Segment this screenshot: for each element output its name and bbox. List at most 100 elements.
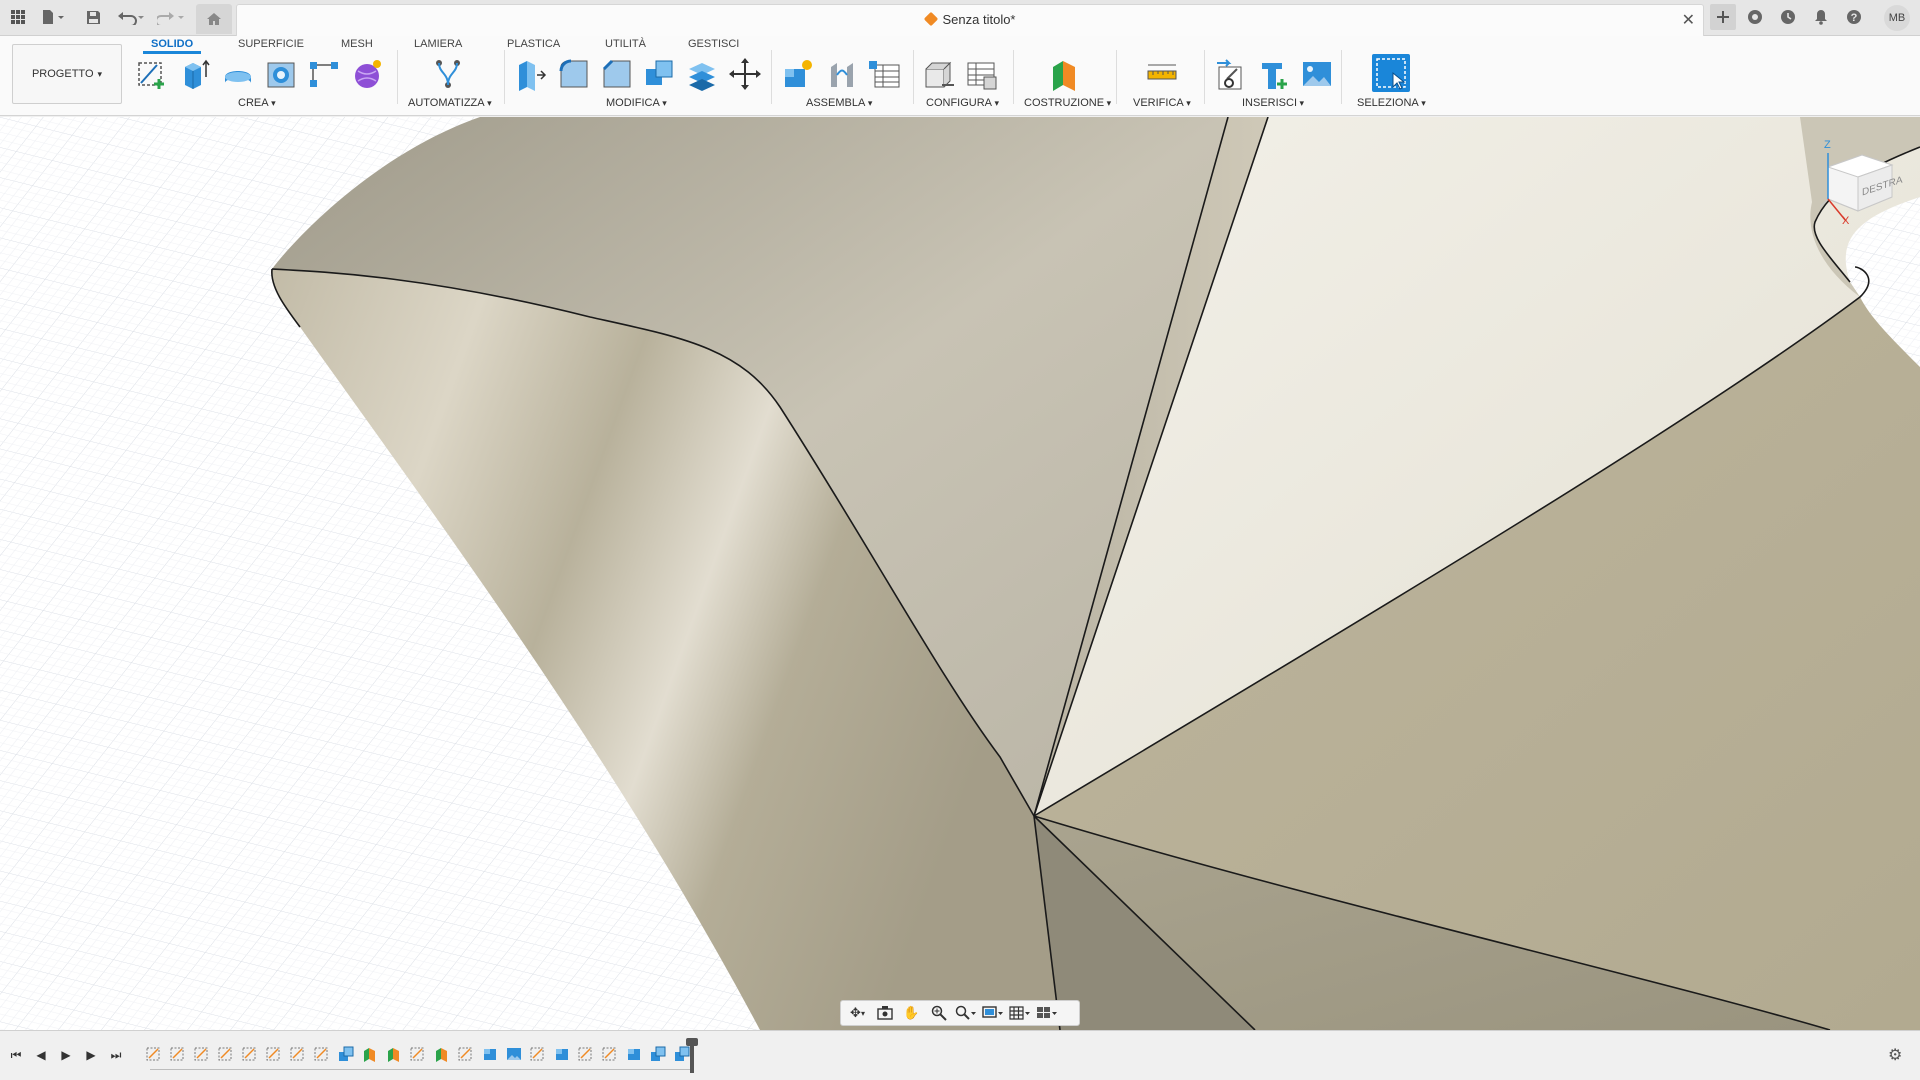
viewports-icon[interactable] bbox=[1034, 1003, 1059, 1023]
new-component-icon[interactable] bbox=[780, 56, 816, 92]
create-form-icon[interactable] bbox=[349, 56, 385, 92]
previous-icon[interactable]: ◀ bbox=[31, 1045, 51, 1065]
first-icon[interactable]: ⏮ bbox=[6, 1045, 26, 1065]
group-modifica[interactable]: MODIFICA bbox=[606, 97, 667, 109]
pattern-icon[interactable] bbox=[306, 56, 342, 92]
construction-plane-icon[interactable] bbox=[1046, 56, 1082, 92]
timeline-sketch-icon[interactable] bbox=[600, 1045, 620, 1063]
view-cube[interactable]: Z X DESTRA bbox=[1810, 137, 1910, 257]
extensions-icon[interactable] bbox=[1742, 4, 1768, 30]
hole-icon[interactable] bbox=[263, 56, 299, 92]
insert-canvas-icon[interactable] bbox=[1299, 56, 1335, 92]
timeline-settings-gear-icon[interactable]: ⚙ bbox=[1888, 1045, 1902, 1065]
group-crea[interactable]: CREA bbox=[238, 97, 276, 109]
notifications-icon[interactable] bbox=[1808, 4, 1834, 30]
measure-icon[interactable] bbox=[1144, 56, 1180, 92]
save-icon[interactable] bbox=[82, 6, 104, 28]
chevron-down-icon: ▾ bbox=[97, 68, 103, 79]
zoom-icon[interactable] bbox=[926, 1003, 951, 1023]
timeline-canvas-icon[interactable] bbox=[504, 1045, 524, 1063]
insert-mcmaster-icon[interactable] bbox=[1257, 56, 1293, 92]
press-pull-icon[interactable] bbox=[512, 56, 548, 92]
timeline-sketch-icon[interactable] bbox=[144, 1045, 164, 1063]
timeline-track bbox=[150, 1069, 690, 1070]
canvas-viewport[interactable]: Z X DESTRA ✥ ▾ ✋ bbox=[0, 117, 1920, 1030]
joint-icon[interactable] bbox=[824, 56, 860, 92]
last-icon[interactable]: ⏭ bbox=[106, 1045, 126, 1065]
grid-icon[interactable] bbox=[1007, 1003, 1032, 1023]
configure-icon[interactable] bbox=[921, 56, 957, 92]
timeline-sketch-icon[interactable] bbox=[456, 1045, 476, 1063]
tab-solido[interactable]: SOLIDO bbox=[142, 36, 202, 54]
timeline-plane-icon[interactable] bbox=[432, 1045, 452, 1063]
timeline-sketch-icon[interactable] bbox=[312, 1045, 332, 1063]
select-icon[interactable] bbox=[1372, 54, 1410, 92]
pan-icon[interactable]: ✋ bbox=[899, 1003, 924, 1023]
offset-face-icon[interactable] bbox=[684, 56, 720, 92]
timeline-marker[interactable] bbox=[686, 1038, 698, 1073]
tab-superficie[interactable]: SUPERFICIE bbox=[238, 36, 304, 54]
configuration-table-icon[interactable] bbox=[963, 56, 999, 92]
timeline-sketch-icon[interactable] bbox=[576, 1045, 596, 1063]
timeline-extrude-icon[interactable] bbox=[336, 1045, 356, 1063]
file-menu-icon[interactable] bbox=[38, 6, 68, 28]
move-icon[interactable] bbox=[727, 56, 763, 92]
close-icon[interactable]: ✕ bbox=[1682, 10, 1695, 30]
timeline-body-icon[interactable] bbox=[480, 1045, 500, 1063]
timeline-extrude-icon[interactable] bbox=[672, 1045, 692, 1063]
zoom-window-icon[interactable] bbox=[953, 1003, 978, 1023]
bom-table-icon[interactable] bbox=[866, 56, 902, 92]
history-icon[interactable] bbox=[1775, 4, 1801, 30]
timeline-sketch-icon[interactable] bbox=[216, 1045, 236, 1063]
timeline-body-icon[interactable] bbox=[624, 1045, 644, 1063]
timeline-sketch-icon[interactable] bbox=[240, 1045, 260, 1063]
group-configura[interactable]: CONFIGURA bbox=[926, 97, 999, 109]
look-at-icon[interactable] bbox=[872, 1003, 897, 1023]
new-tab-plus-icon[interactable] bbox=[1710, 4, 1736, 30]
home-icon[interactable] bbox=[196, 4, 232, 34]
timeline-sketch-icon[interactable] bbox=[192, 1045, 212, 1063]
tab-plastica[interactable]: PLASTICA bbox=[507, 36, 560, 54]
group-automatizza[interactable]: AUTOMATIZZA bbox=[408, 97, 492, 109]
insert-derive-icon[interactable] bbox=[1214, 56, 1250, 92]
automate-icon[interactable] bbox=[430, 56, 466, 92]
timeline-body-icon[interactable] bbox=[552, 1045, 572, 1063]
timeline-plane-icon[interactable] bbox=[360, 1045, 380, 1063]
tab-gestisci[interactable]: GESTISCI bbox=[688, 36, 739, 54]
undo-icon[interactable] bbox=[116, 6, 148, 28]
timeline-extrude-icon[interactable] bbox=[648, 1045, 668, 1063]
next-icon[interactable]: ▶ bbox=[81, 1045, 101, 1065]
app-grid-icon[interactable] bbox=[8, 6, 28, 28]
redo-icon[interactable] bbox=[156, 6, 188, 28]
help-icon[interactable]: ? bbox=[1841, 4, 1867, 30]
group-costruzione[interactable]: COSTRUZIONE bbox=[1024, 97, 1111, 109]
create-sketch-icon[interactable] bbox=[134, 56, 170, 92]
orbit-icon[interactable]: ✥ ▾ bbox=[845, 1003, 870, 1023]
timeline-sketch-icon[interactable] bbox=[528, 1045, 548, 1063]
group-verifica[interactable]: VERIFICA bbox=[1133, 97, 1191, 109]
timeline-sketch-icon[interactable] bbox=[168, 1045, 188, 1063]
revolve-icon[interactable] bbox=[220, 56, 256, 92]
timeline-plane-icon[interactable] bbox=[384, 1045, 404, 1063]
play-icon[interactable]: ▶ bbox=[56, 1045, 76, 1065]
user-avatar[interactable]: MB bbox=[1884, 5, 1910, 31]
group-seleziona[interactable]: SELEZIONA bbox=[1357, 97, 1426, 109]
timeline-sketch-icon[interactable] bbox=[264, 1045, 284, 1063]
document-tab[interactable]: Senza titolo* ✕ bbox=[236, 4, 1704, 36]
tab-lamiera[interactable]: LAMIERA bbox=[414, 36, 462, 54]
display-mode-icon[interactable] bbox=[980, 1003, 1005, 1023]
group-inserisci[interactable]: INSERISCI bbox=[1242, 97, 1304, 109]
chamfer-icon[interactable] bbox=[599, 56, 635, 92]
fillet-icon[interactable] bbox=[556, 56, 592, 92]
project-label: PROGETTO bbox=[31, 68, 94, 80]
project-button[interactable]: PROGETTO ▾ bbox=[12, 44, 122, 104]
extrude-icon[interactable] bbox=[178, 56, 214, 92]
timeline-sketch-icon[interactable] bbox=[408, 1045, 428, 1063]
combine-icon[interactable] bbox=[641, 56, 677, 92]
toolbar-divider bbox=[771, 50, 772, 104]
timeline-sketch-icon[interactable] bbox=[288, 1045, 308, 1063]
tab-mesh[interactable]: MESH bbox=[341, 36, 373, 54]
document-cube-icon bbox=[923, 11, 938, 27]
group-assembla[interactable]: ASSEMBLA bbox=[806, 97, 872, 109]
tab-utilita[interactable]: UTILITÀ bbox=[605, 36, 646, 54]
